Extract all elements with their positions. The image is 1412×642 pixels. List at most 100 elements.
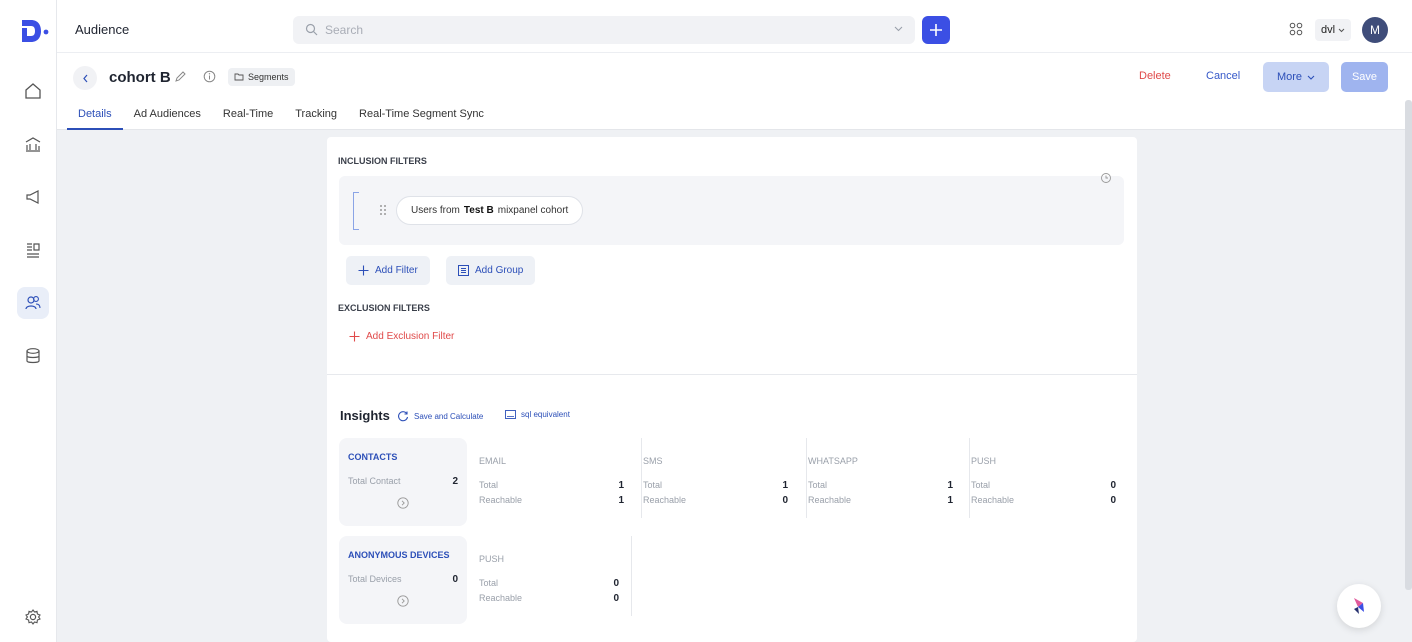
expand-circle-icon[interactable] bbox=[397, 497, 409, 509]
global-search[interactable] bbox=[293, 16, 915, 44]
info-icon[interactable] bbox=[203, 70, 216, 83]
channel-name: SMS bbox=[643, 456, 663, 466]
channel-push: PUSH Total 0 Reachable 0 bbox=[969, 438, 1134, 526]
total-contact-label: Total Contact bbox=[348, 476, 401, 486]
total-label: Total bbox=[808, 480, 828, 490]
apps-grid-icon[interactable] bbox=[1289, 22, 1303, 36]
reachable-label: Reachable bbox=[971, 495, 1015, 505]
workspace-selector[interactable]: dvl bbox=[1315, 19, 1352, 41]
channel-reachable-row: Reachable 0 bbox=[479, 593, 619, 604]
assistant-icon bbox=[1354, 598, 1364, 614]
cancel-button[interactable]: Cancel bbox=[1206, 70, 1240, 82]
content-icon[interactable] bbox=[17, 234, 49, 266]
drag-handle-icon[interactable] bbox=[379, 204, 387, 216]
channel-sms: SMS Total 1 Reachable 0 bbox=[641, 438, 806, 526]
segment-name: cohort B bbox=[109, 69, 171, 86]
plus-icon bbox=[930, 24, 942, 36]
chevron-left-icon bbox=[82, 74, 87, 82]
audience-icon[interactable] bbox=[17, 287, 49, 319]
save-button[interactable]: Save bbox=[1341, 62, 1388, 92]
device-channel-push: PUSH Total 0 Reachable 0 bbox=[479, 536, 642, 624]
delete-button[interactable]: Delete bbox=[1139, 70, 1171, 82]
chevron-down-icon[interactable] bbox=[894, 26, 903, 32]
total-value: 1 bbox=[782, 480, 788, 491]
assistant-button[interactable] bbox=[1337, 584, 1381, 628]
segments-chip-label: Segments bbox=[248, 72, 289, 82]
group-icon bbox=[458, 265, 469, 276]
reachable-value: 1 bbox=[947, 495, 953, 506]
anonymous-devices-heading: ANONYMOUS DEVICES bbox=[348, 550, 450, 560]
tab-ad-audiences[interactable]: Ad Audiences bbox=[123, 101, 212, 130]
folder-icon bbox=[234, 73, 244, 81]
channel-total-row: Total 0 bbox=[971, 480, 1116, 491]
clock-icon[interactable] bbox=[1100, 172, 1112, 184]
reachable-value: 0 bbox=[1110, 495, 1116, 506]
contacts-heading: CONTACTS bbox=[348, 452, 398, 462]
channel-name: WHATSAPP bbox=[808, 456, 858, 466]
channel-total-row: Total 0 bbox=[479, 578, 619, 589]
add-group-button[interactable]: Add Group bbox=[446, 256, 536, 285]
brand-logo[interactable] bbox=[20, 18, 50, 44]
column-divider bbox=[969, 438, 970, 518]
channel-total-row: Total 1 bbox=[643, 480, 788, 491]
search-input[interactable] bbox=[325, 20, 865, 40]
workspace-name: dvl bbox=[1321, 24, 1336, 36]
more-button-label: More bbox=[1276, 71, 1303, 83]
total-contact-value: 2 bbox=[452, 476, 458, 487]
sql-icon bbox=[505, 410, 516, 419]
total-label: Total bbox=[643, 480, 663, 490]
settings-gear-icon[interactable] bbox=[17, 601, 49, 633]
inclusion-filter-group: Users from Test B mixpanel cohort bbox=[339, 173, 1124, 245]
add-exclusion-filter-button[interactable]: Add Exclusion Filter bbox=[349, 331, 454, 342]
total-label: Total bbox=[479, 480, 499, 490]
tab-tracking[interactable]: Tracking bbox=[284, 101, 348, 130]
app-title: Audience bbox=[75, 22, 130, 37]
total-label: Total bbox=[479, 578, 499, 588]
tab-real-time-segment-sync[interactable]: Real-Time Segment Sync bbox=[348, 101, 495, 130]
reachable-value: 1 bbox=[618, 495, 624, 506]
filter-rule-cohort: Test B bbox=[463, 205, 494, 216]
channel-total-row: Total 1 bbox=[808, 480, 953, 491]
save-and-calculate-link[interactable]: Save and Calculate bbox=[397, 410, 483, 422]
tab-bar: Details Ad Audiences Real-Time Tracking … bbox=[67, 101, 495, 130]
tab-details[interactable]: Details bbox=[67, 101, 123, 130]
reachable-label: Reachable bbox=[643, 495, 687, 505]
pencil-icon[interactable] bbox=[174, 70, 187, 83]
inclusion-filters-heading: INCLUSION FILTERS bbox=[338, 156, 427, 166]
insights-title: Insights bbox=[340, 408, 390, 423]
channel-reachable-row: Reachable 1 bbox=[479, 495, 624, 506]
sql-equivalent-link[interactable]: sql equivalent bbox=[505, 410, 570, 419]
channel-name: EMAIL bbox=[479, 456, 507, 466]
segment-builder-card: INCLUSION FILTERS Users from Test B mixp… bbox=[327, 137, 1137, 642]
total-value: 1 bbox=[947, 480, 953, 491]
add-group-label: Add Group bbox=[475, 265, 524, 276]
exclusion-filters-heading: EXCLUSION FILTERS bbox=[338, 303, 430, 313]
group-bracket bbox=[353, 192, 359, 230]
create-button[interactable] bbox=[922, 16, 950, 44]
megaphone-icon[interactable] bbox=[17, 181, 49, 213]
expand-circle-icon[interactable] bbox=[397, 595, 409, 607]
segments-chip[interactable]: Segments bbox=[228, 68, 295, 86]
page-scrollbar[interactable] bbox=[1405, 100, 1412, 590]
database-icon[interactable] bbox=[17, 340, 49, 372]
column-divider bbox=[806, 438, 807, 518]
back-button[interactable] bbox=[73, 66, 97, 90]
more-button[interactable]: More bbox=[1263, 62, 1329, 92]
total-value: 0 bbox=[1110, 480, 1116, 491]
avatar[interactable]: M bbox=[1362, 17, 1388, 43]
total-devices-value: 0 bbox=[452, 574, 458, 585]
home-icon[interactable] bbox=[17, 75, 49, 107]
tab-real-time[interactable]: Real-Time bbox=[212, 101, 284, 130]
filter-rule[interactable]: Users from Test B mixpanel cohort bbox=[396, 196, 584, 225]
add-filter-button[interactable]: Add Filter bbox=[346, 256, 430, 285]
search-icon bbox=[305, 23, 318, 36]
left-rail bbox=[0, 0, 57, 642]
column-divider bbox=[631, 536, 632, 616]
column-divider bbox=[641, 438, 642, 518]
analytics-icon[interactable] bbox=[17, 128, 49, 160]
channel-name: PUSH bbox=[479, 554, 505, 564]
channel-name: PUSH bbox=[971, 456, 997, 466]
channel-reachable-row: Reachable 0 bbox=[643, 495, 788, 506]
top-bar: Audience dvl M bbox=[57, 0, 1412, 53]
chevron-down-icon bbox=[1338, 28, 1345, 32]
